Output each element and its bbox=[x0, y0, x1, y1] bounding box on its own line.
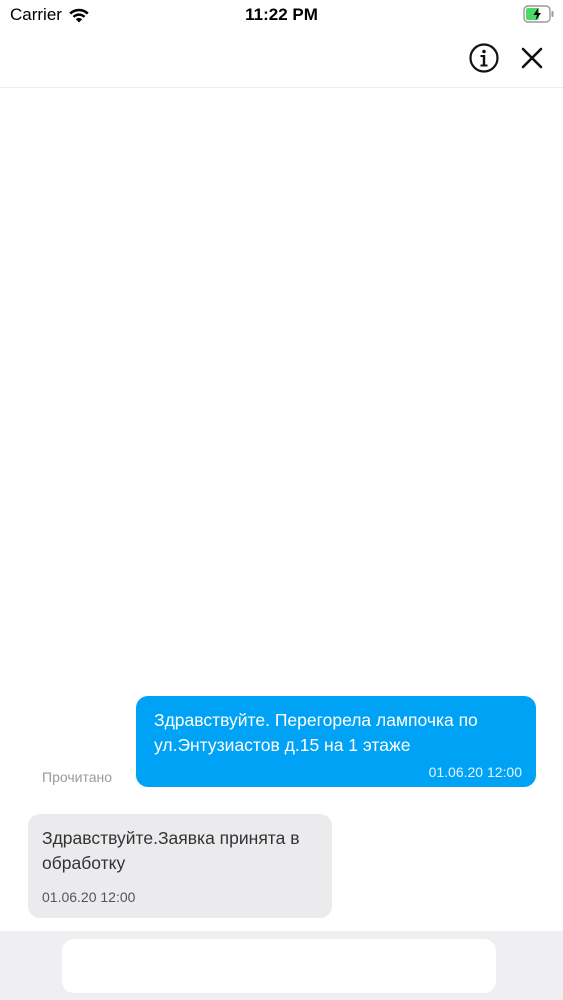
status-bar: Carrier 11:22 PM bbox=[0, 0, 563, 30]
nav-bar bbox=[0, 30, 563, 88]
status-time: 11:22 PM bbox=[245, 5, 318, 24]
message-input[interactable] bbox=[62, 939, 496, 993]
info-circle-icon[interactable] bbox=[468, 42, 500, 74]
outgoing-message-bubble[interactable]: Здравствуйте. Перегорела лампочка по ул.… bbox=[136, 696, 536, 787]
message-text: Здравствуйте. Перегорела лампочка по ул.… bbox=[154, 710, 478, 755]
message-input-bar bbox=[0, 931, 563, 1000]
chat-area[interactable]: Здравствуйте. Перегорела лампочка по ул.… bbox=[0, 89, 563, 931]
message-text: Здравствуйте.Заявка принята в обработку bbox=[42, 828, 300, 873]
battery-charging-icon bbox=[523, 5, 554, 23]
incoming-message-bubble[interactable]: Здравствуйте.Заявка принята в обработку … bbox=[28, 814, 332, 918]
message-timestamp: 01.06.20 12:00 bbox=[428, 764, 522, 780]
read-status-label: Прочитано bbox=[42, 769, 112, 785]
message-timestamp: 01.06.20 12:00 bbox=[42, 889, 136, 905]
close-icon[interactable] bbox=[518, 44, 546, 72]
